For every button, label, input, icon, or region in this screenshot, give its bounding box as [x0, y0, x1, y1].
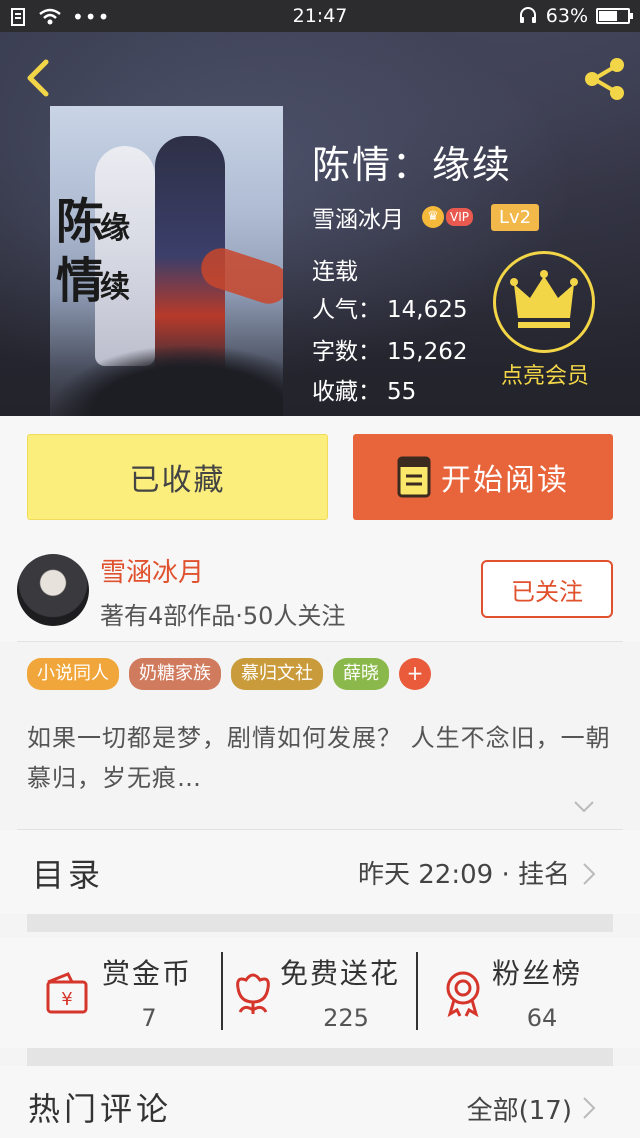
follow-button[interactable]: 已关注	[481, 560, 613, 618]
catalog-row[interactable]: 目录 昨天 22:09 · 挂名	[0, 830, 640, 914]
back-arrow-icon[interactable]	[18, 56, 58, 100]
catalog-update-info: 昨天 22:09 · 挂名	[358, 860, 570, 890]
chevron-right-icon	[583, 863, 596, 885]
book-cover: 陈缘 情续	[50, 106, 283, 416]
tip-coins-count: 7	[141, 1004, 157, 1032]
send-flower-label: 免费送花	[280, 957, 401, 990]
popularity-stat: 人气： 14,625	[312, 297, 468, 323]
author-name[interactable]: 雪涵冰月	[100, 552, 204, 589]
crown-icon	[510, 270, 578, 328]
headset-icon	[519, 7, 536, 23]
catalog-title: 目录	[32, 856, 105, 894]
tip-coins-button[interactable]: ¥ 赏金币 7	[40, 950, 220, 1040]
flower-icon	[236, 973, 270, 1014]
hot-comments-title: 热门评论	[28, 1090, 173, 1128]
share-icon[interactable]	[580, 54, 630, 104]
book-header: 陈缘 情续 陈情：缘续 雪涵冰月 ♛ VIP Lv2 连载 人气： 14,625 …	[0, 32, 640, 416]
action-bar: 已收藏 开始阅读	[0, 416, 640, 540]
section-separator	[27, 914, 613, 932]
all-comments-link[interactable]: 全部(17)	[467, 1090, 572, 1127]
fan-ranking-label: 粉丝榜	[492, 957, 583, 990]
book-icon	[397, 456, 431, 498]
chevron-right-icon[interactable]	[582, 1096, 596, 1120]
status-bar: ••• 21:47 63%	[0, 0, 640, 32]
divider	[17, 641, 623, 642]
start-reading-button[interactable]: 开始阅读	[353, 434, 613, 520]
tag-chip[interactable]: 小说同人	[27, 658, 119, 690]
avatar[interactable]	[17, 554, 89, 626]
red-envelope-icon: ¥	[46, 972, 88, 1014]
cover-calligraphy: 陈缘 情续	[56, 194, 130, 309]
synopsis-text[interactable]: 如果一切都是梦，剧情如何发展？ 人生不念旧，一朝慕归，岁无痕…	[27, 718, 617, 798]
book-title: 陈情：缘续	[312, 143, 513, 187]
book-author-name[interactable]: 雪涵冰月	[312, 200, 404, 234]
send-flower-count: 225	[323, 1004, 369, 1032]
reward-row: ¥ 赏金币 7 免费送花 225 粉丝榜 64	[0, 938, 640, 1048]
tag-list: 小说同人 奶糖家族 慕归文社 薛晓 +	[27, 658, 431, 690]
fan-ranking-count: 64	[526, 1004, 558, 1032]
tip-coins-label: 赏金币	[102, 957, 193, 990]
tag-chip[interactable]: 薛晓	[333, 658, 389, 690]
battery-fill	[599, 11, 617, 21]
battery-percent: 63%	[545, 5, 588, 27]
vip-badge: ♛ VIP	[422, 206, 473, 228]
section-separator	[27, 1048, 613, 1066]
divider	[416, 952, 418, 1030]
tag-chip[interactable]: 奶糖家族	[129, 658, 221, 690]
collected-button[interactable]: 已收藏	[27, 434, 328, 520]
book-status: 连载	[312, 259, 358, 285]
fan-ranking-button[interactable]: 粉丝榜 64	[438, 950, 608, 1040]
author-meta: 著有4部作品·50人关注	[100, 602, 346, 630]
author-card: 雪涵冰月 著有4部作品·50人关注 已关注	[0, 540, 640, 642]
status-right-icons: 63%	[518, 5, 633, 27]
divider	[221, 952, 223, 1030]
level-badge: Lv2	[490, 203, 540, 231]
favorites-stat: 收藏： 55	[312, 379, 417, 405]
hot-comments-header: 热门评论 全部(17)	[0, 1066, 640, 1138]
battery-icon	[596, 8, 633, 24]
book-author-row: 雪涵冰月 ♛ VIP Lv2	[312, 200, 540, 234]
svg-text:¥: ¥	[61, 989, 72, 1010]
send-flower-button[interactable]: 免费送花 225	[228, 950, 418, 1040]
vip-crown-button[interactable]	[493, 251, 595, 353]
chevron-down-icon[interactable]	[573, 800, 595, 814]
crown-icon: ♛	[422, 206, 444, 228]
vip-promo-label[interactable]: 点亮会员	[484, 358, 606, 390]
medal-icon	[446, 971, 480, 1018]
vip-label: VIP	[446, 208, 473, 226]
add-tag-button[interactable]: +	[399, 658, 431, 690]
tag-chip[interactable]: 慕归文社	[231, 658, 323, 690]
word-count-stat: 字数： 15,262	[312, 339, 468, 365]
start-reading-label: 开始阅读	[441, 463, 569, 498]
